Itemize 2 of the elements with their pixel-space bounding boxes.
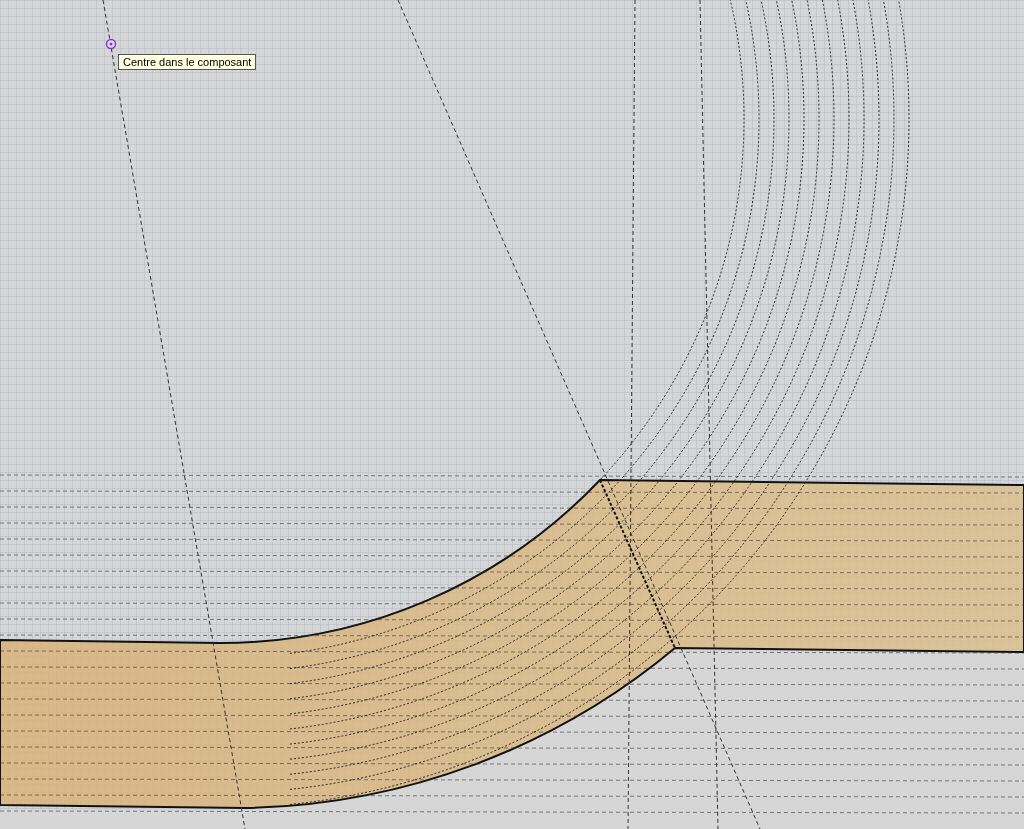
- inference-point-icon: [105, 38, 117, 50]
- tooltip: Centre dans le composant: [118, 54, 257, 70]
